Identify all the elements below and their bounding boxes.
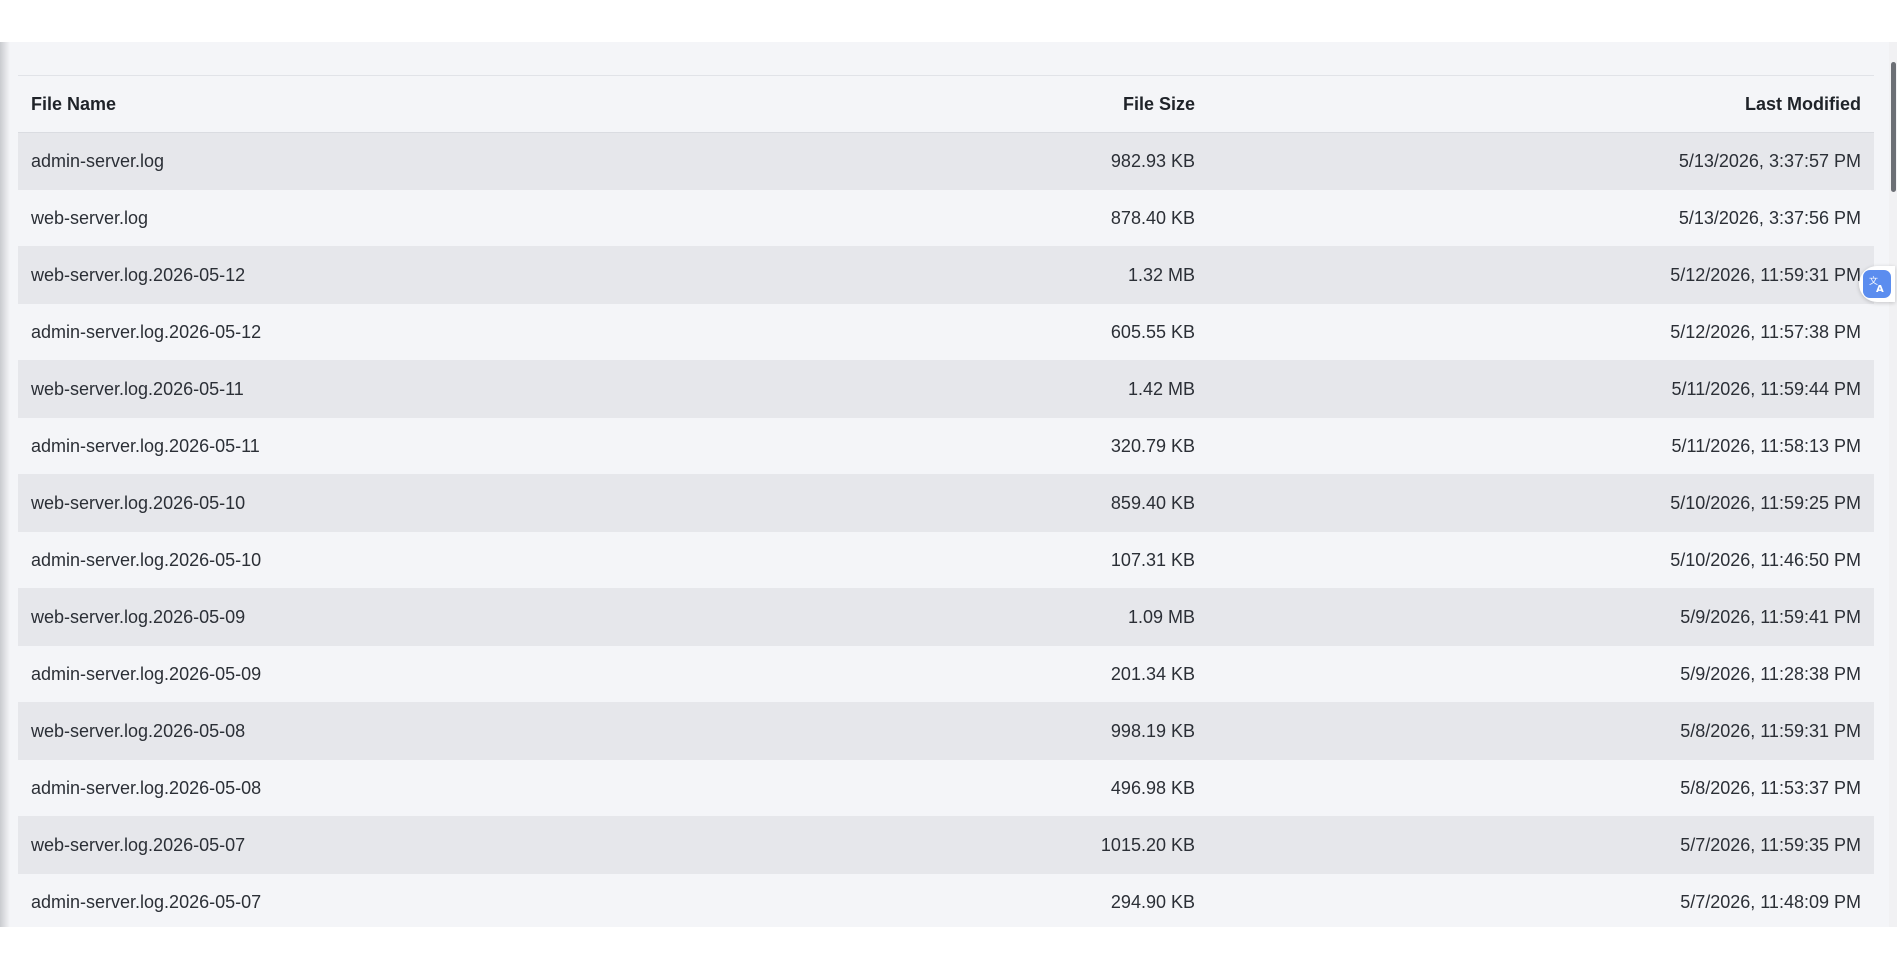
last-modified-cell: 5/13/2026, 3:37:57 PM xyxy=(1208,132,1874,190)
file-name-cell[interactable]: admin-server.log.2026-05-11 xyxy=(18,417,638,475)
file-name-cell[interactable]: admin-server.log.2026-05-09 xyxy=(18,645,638,703)
file-size-cell: 878.40 KB xyxy=(638,189,1208,247)
log-files-table: File Name File Size Last Modified admin-… xyxy=(18,76,1874,927)
table-row[interactable]: admin-server.log.2026-05-08 496.98 KB 5/… xyxy=(18,759,1874,817)
file-size-cell: 320.79 KB xyxy=(638,417,1208,475)
table-row[interactable]: web-server.log.2026-05-12 1.32 MB 5/12/2… xyxy=(18,246,1874,304)
last-modified-cell: 5/10/2026, 11:46:50 PM xyxy=(1208,531,1874,589)
last-modified-cell: 5/12/2026, 11:57:38 PM xyxy=(1208,303,1874,361)
table-row[interactable]: admin-server.log.2026-05-10 107.31 KB 5/… xyxy=(18,531,1874,589)
panel-left-edge xyxy=(0,42,10,927)
scrollbar-thumb[interactable] xyxy=(1891,62,1896,192)
table-row[interactable]: web-server.log.2026-05-09 1.09 MB 5/9/20… xyxy=(18,588,1874,646)
last-modified-cell: 5/13/2026, 3:37:56 PM xyxy=(1208,189,1874,247)
file-name-cell[interactable]: web-server.log.2026-05-07 xyxy=(18,816,638,874)
file-size-cell: 1015.20 KB xyxy=(638,816,1208,874)
file-name-cell[interactable]: web-server.log.2026-05-10 xyxy=(18,474,638,532)
file-size-cell: 294.90 KB xyxy=(638,873,1208,927)
file-size-cell: 998.19 KB xyxy=(638,702,1208,760)
table-row[interactable]: admin-server.log 982.93 KB 5/13/2026, 3:… xyxy=(18,132,1874,190)
translate-widget-button[interactable]: 文 A xyxy=(1859,266,1895,302)
file-name-cell[interactable]: admin-server.log.2026-05-07 xyxy=(18,873,638,927)
column-header-file-size[interactable]: File Size xyxy=(638,76,1208,133)
last-modified-cell: 5/8/2026, 11:53:37 PM xyxy=(1208,759,1874,817)
table-row[interactable]: admin-server.log.2026-05-12 605.55 KB 5/… xyxy=(18,303,1874,361)
file-name-cell[interactable]: admin-server.log xyxy=(18,132,638,190)
file-name-cell[interactable]: web-server.log.2026-05-12 xyxy=(18,246,638,304)
last-modified-cell: 5/9/2026, 11:59:41 PM xyxy=(1208,588,1874,646)
file-name-cell[interactable]: web-server.log.2026-05-08 xyxy=(18,702,638,760)
table-row[interactable]: web-server.log 878.40 KB 5/13/2026, 3:37… xyxy=(18,189,1874,247)
file-size-cell: 1.42 MB xyxy=(638,360,1208,418)
table-row[interactable]: admin-server.log.2026-05-11 320.79 KB 5/… xyxy=(18,417,1874,475)
last-modified-cell: 5/9/2026, 11:28:38 PM xyxy=(1208,645,1874,703)
table-row[interactable]: web-server.log.2026-05-07 1015.20 KB 5/7… xyxy=(18,816,1874,874)
column-header-last-modified[interactable]: Last Modified xyxy=(1208,76,1874,133)
last-modified-cell: 5/10/2026, 11:59:25 PM xyxy=(1208,474,1874,532)
last-modified-cell: 5/7/2026, 11:59:35 PM xyxy=(1208,816,1874,874)
table-row[interactable]: admin-server.log.2026-05-07 294.90 KB 5/… xyxy=(18,873,1874,927)
file-size-cell: 605.55 KB xyxy=(638,303,1208,361)
table-row[interactable]: web-server.log.2026-05-08 998.19 KB 5/8/… xyxy=(18,702,1874,760)
table-row[interactable]: admin-server.log.2026-05-09 201.34 KB 5/… xyxy=(18,645,1874,703)
file-name-cell[interactable]: web-server.log.2026-05-09 xyxy=(18,588,638,646)
svg-text:A: A xyxy=(1876,284,1884,294)
last-modified-cell: 5/8/2026, 11:59:31 PM xyxy=(1208,702,1874,760)
table-row[interactable]: web-server.log.2026-05-10 859.40 KB 5/10… xyxy=(18,474,1874,532)
file-size-cell: 496.98 KB xyxy=(638,759,1208,817)
last-modified-cell: 5/11/2026, 11:59:44 PM xyxy=(1208,360,1874,418)
last-modified-cell: 5/7/2026, 11:48:09 PM xyxy=(1208,873,1874,927)
file-name-cell[interactable]: admin-server.log.2026-05-12 xyxy=(18,303,638,361)
log-files-table-container: File Name File Size Last Modified admin-… xyxy=(18,75,1874,927)
column-header-file-name[interactable]: File Name xyxy=(18,76,638,133)
last-modified-cell: 5/11/2026, 11:58:13 PM xyxy=(1208,417,1874,475)
file-size-cell: 107.31 KB xyxy=(638,531,1208,589)
file-list-panel: File Name File Size Last Modified admin-… xyxy=(0,42,1897,927)
file-size-cell: 1.09 MB xyxy=(638,588,1208,646)
vertical-scrollbar[interactable] xyxy=(1889,42,1897,927)
translate-icon: 文 A xyxy=(1863,270,1891,298)
file-name-cell[interactable]: web-server.log xyxy=(18,189,638,247)
file-size-cell: 1.32 MB xyxy=(638,246,1208,304)
file-size-cell: 201.34 KB xyxy=(638,645,1208,703)
file-name-cell[interactable]: admin-server.log.2026-05-08 xyxy=(18,759,638,817)
file-name-cell[interactable]: admin-server.log.2026-05-10 xyxy=(18,531,638,589)
table-header-row: File Name File Size Last Modified xyxy=(18,76,1874,133)
table-row[interactable]: web-server.log.2026-05-11 1.42 MB 5/11/2… xyxy=(18,360,1874,418)
file-size-cell: 859.40 KB xyxy=(638,474,1208,532)
last-modified-cell: 5/12/2026, 11:59:31 PM xyxy=(1208,246,1874,304)
file-name-cell[interactable]: web-server.log.2026-05-11 xyxy=(18,360,638,418)
file-size-cell: 982.93 KB xyxy=(638,132,1208,190)
